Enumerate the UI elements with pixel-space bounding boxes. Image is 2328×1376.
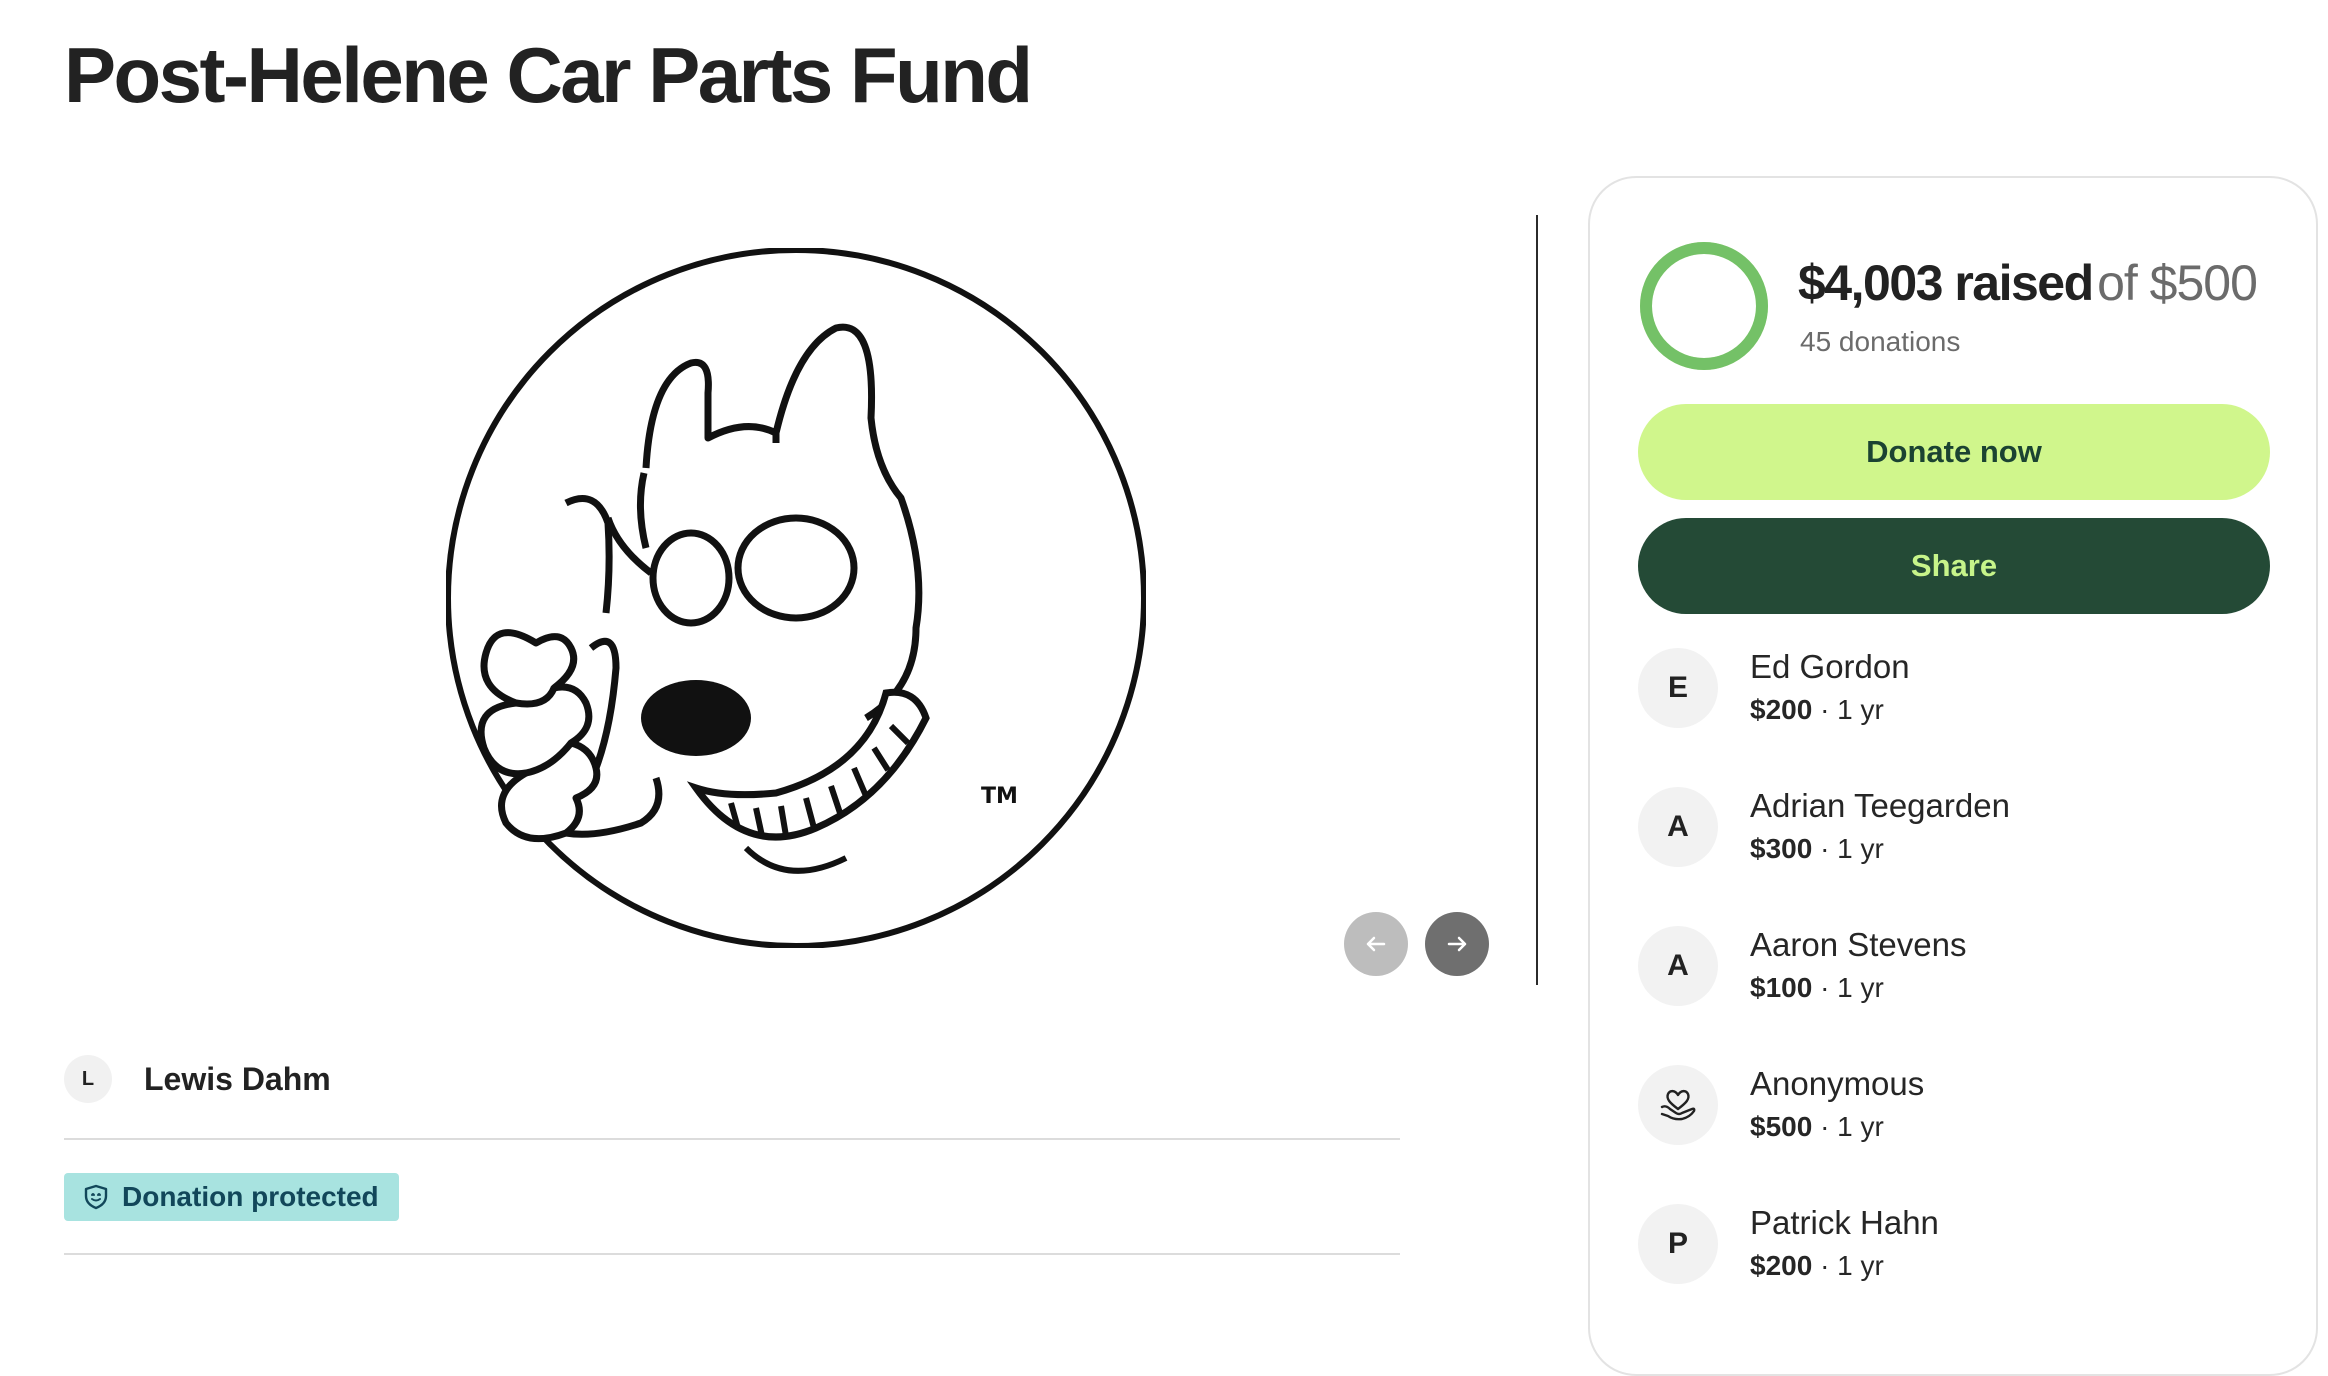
donor-period: · 1 yr (1812, 1111, 1884, 1142)
vertical-divider (1536, 215, 1538, 985)
arrow-left-icon (1366, 936, 1386, 952)
donor-period: · 1 yr (1812, 972, 1884, 1003)
donor-list: E Ed Gordon $200 · 1 yr A Adrian Teegard… (1638, 648, 2278, 1343)
donor-period: · 1 yr (1812, 1250, 1884, 1281)
raised-amount: $4,003 raised (1798, 255, 2094, 311)
avatar: E (1638, 648, 1718, 728)
trademark-mark: TM (981, 784, 1018, 809)
donor-period: · 1 yr (1812, 833, 1884, 864)
shield-icon (84, 1184, 108, 1210)
list-item: A Aaron Stevens $100 · 1 yr (1638, 926, 2278, 1065)
donor-name: Anonymous (1750, 1065, 1925, 1102)
donation-count: 45 donations (1800, 326, 1961, 357)
thumbs-up-dog-logo: TM (446, 248, 1146, 948)
donate-now-button[interactable]: Donate now (1638, 404, 2270, 500)
divider (64, 1138, 1400, 1140)
donor-amount: $200 (1750, 1250, 1813, 1281)
carousel-prev-button[interactable] (1344, 912, 1408, 976)
list-item: Anonymous $500 · 1 yr (1638, 1065, 2278, 1204)
share-button[interactable]: Share (1638, 518, 2270, 614)
list-item: P Patrick Hahn $200 · 1 yr (1638, 1204, 2278, 1343)
media-carousel: TM (64, 200, 1484, 1000)
page-title: Post-Helene Car Parts Fund (64, 31, 1033, 119)
avatar (1638, 1065, 1718, 1145)
heart-hand-icon (1660, 1089, 1696, 1121)
donor-amount: $200 (1750, 694, 1813, 725)
avatar: L (64, 1055, 112, 1103)
donor-amount: $100 (1750, 972, 1813, 1003)
goal-amount: of $500 (2097, 255, 2258, 311)
organizer-name: Lewis Dahm (144, 1060, 331, 1097)
list-item: A Adrian Teegarden $300 · 1 yr (1638, 787, 2278, 926)
donation-protected-badge[interactable]: Donation protected (64, 1173, 399, 1221)
donor-meta: $500 · 1 yr (1750, 1111, 1884, 1143)
divider (64, 1253, 1400, 1255)
organizer[interactable]: L Lewis Dahm (64, 1055, 331, 1103)
progress-ring (1640, 242, 1768, 370)
donor-meta: $200 · 1 yr (1750, 694, 1884, 726)
avatar: A (1638, 787, 1718, 867)
arrow-right-icon (1447, 936, 1467, 952)
donor-period: · 1 yr (1812, 694, 1884, 725)
donor-name: Adrian Teegarden (1750, 787, 2010, 824)
donor-name: Aaron Stevens (1750, 926, 1967, 963)
donor-meta: $100 · 1 yr (1750, 972, 1884, 1004)
amount-raised: $4,003 raised of $500 (1798, 254, 2258, 312)
avatar: A (1638, 926, 1718, 1006)
carousel-next-button[interactable] (1425, 912, 1489, 976)
donor-name: Ed Gordon (1750, 648, 1910, 685)
badge-label: Donation protected (122, 1181, 379, 1212)
list-item: E Ed Gordon $200 · 1 yr (1638, 648, 2278, 787)
donor-meta: $300 · 1 yr (1750, 833, 1884, 865)
donor-amount: $300 (1750, 833, 1813, 864)
donor-meta: $200 · 1 yr (1750, 1250, 1884, 1282)
donor-name: Patrick Hahn (1750, 1204, 1939, 1241)
donor-amount: $500 (1750, 1111, 1813, 1142)
avatar: P (1638, 1204, 1718, 1284)
donation-panel: $4,003 raised of $500 45 donations Donat… (1588, 176, 2318, 1376)
